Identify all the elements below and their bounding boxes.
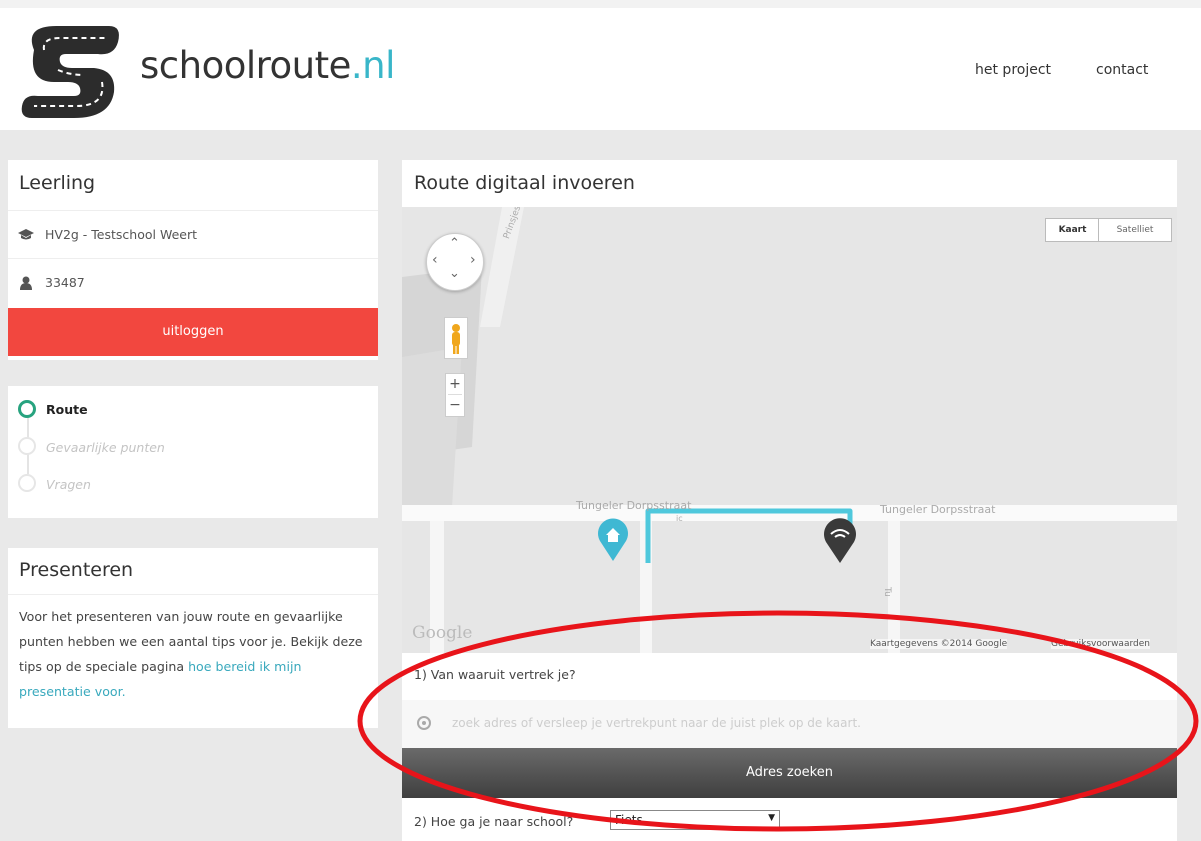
pan-up-icon[interactable]: ⌃: [449, 236, 460, 251]
step-route-circle[interactable]: [18, 400, 36, 418]
present-text: Voor het presenteren van jouw route en g…: [19, 609, 363, 699]
street-label-right: Tungeler Dorpsstraat: [880, 503, 996, 516]
street-view-pegman[interactable]: [444, 317, 468, 359]
shop-label: ic: [676, 514, 683, 523]
divider: [8, 594, 378, 595]
schoolroute-logo[interactable]: [14, 20, 126, 122]
pegman-icon: [452, 324, 460, 354]
step-route[interactable]: Route: [46, 402, 88, 417]
zoom-out-button[interactable]: −: [446, 395, 464, 415]
student-number-row: 33487: [8, 258, 378, 308]
street-label-left: Tungeler Dorpsstraat: [576, 499, 692, 512]
graduation-cap-icon: [18, 229, 34, 240]
route-panel-title: Route digitaal invoeren: [414, 172, 635, 194]
zoom-control: + −: [445, 373, 465, 417]
zoom-in-button[interactable]: +: [446, 374, 464, 394]
present-panel-title: Presenteren: [19, 559, 134, 581]
street-label-vertical: Tu: [882, 587, 892, 597]
step-gevaarlijke-punten-circle[interactable]: [18, 437, 36, 455]
highlight-oval: [357, 610, 1199, 832]
class-school-label: HV2g - Testschool Weert: [45, 227, 198, 242]
route-map[interactable]: Prinsjesstraat Tungeler Dorpsstraat Tung…: [402, 207, 1177, 653]
step-gevaarlijke-punten[interactable]: Gevaarlijke punten: [46, 440, 165, 455]
map-type-kaart[interactable]: Kaart: [1045, 218, 1100, 242]
nav-het-project[interactable]: het project: [975, 62, 1051, 78]
pan-control[interactable]: ⌃ ‹ › ⌄: [426, 233, 484, 291]
user-icon: [20, 276, 32, 290]
map-type-satelliet[interactable]: Satelliet: [1098, 218, 1172, 242]
pan-right-icon[interactable]: ›: [470, 252, 476, 268]
logout-button[interactable]: uitloggen: [8, 308, 378, 356]
class-row: HV2g - Testschool Weert: [8, 210, 378, 258]
student-number: 33487: [45, 275, 85, 290]
pan-left-icon[interactable]: ‹: [432, 252, 438, 268]
map-canvas: [402, 207, 1177, 653]
home-marker[interactable]: [596, 515, 630, 561]
student-panel-title: Leerling: [19, 172, 96, 194]
pan-down-icon[interactable]: ⌄: [449, 266, 460, 281]
step-vragen[interactable]: Vragen: [46, 477, 91, 492]
school-marker[interactable]: [822, 515, 858, 563]
nav-contact[interactable]: contact: [1096, 62, 1148, 78]
step-vragen-circle[interactable]: [18, 474, 36, 492]
site-title[interactable]: schoolroute.nl: [140, 44, 395, 87]
